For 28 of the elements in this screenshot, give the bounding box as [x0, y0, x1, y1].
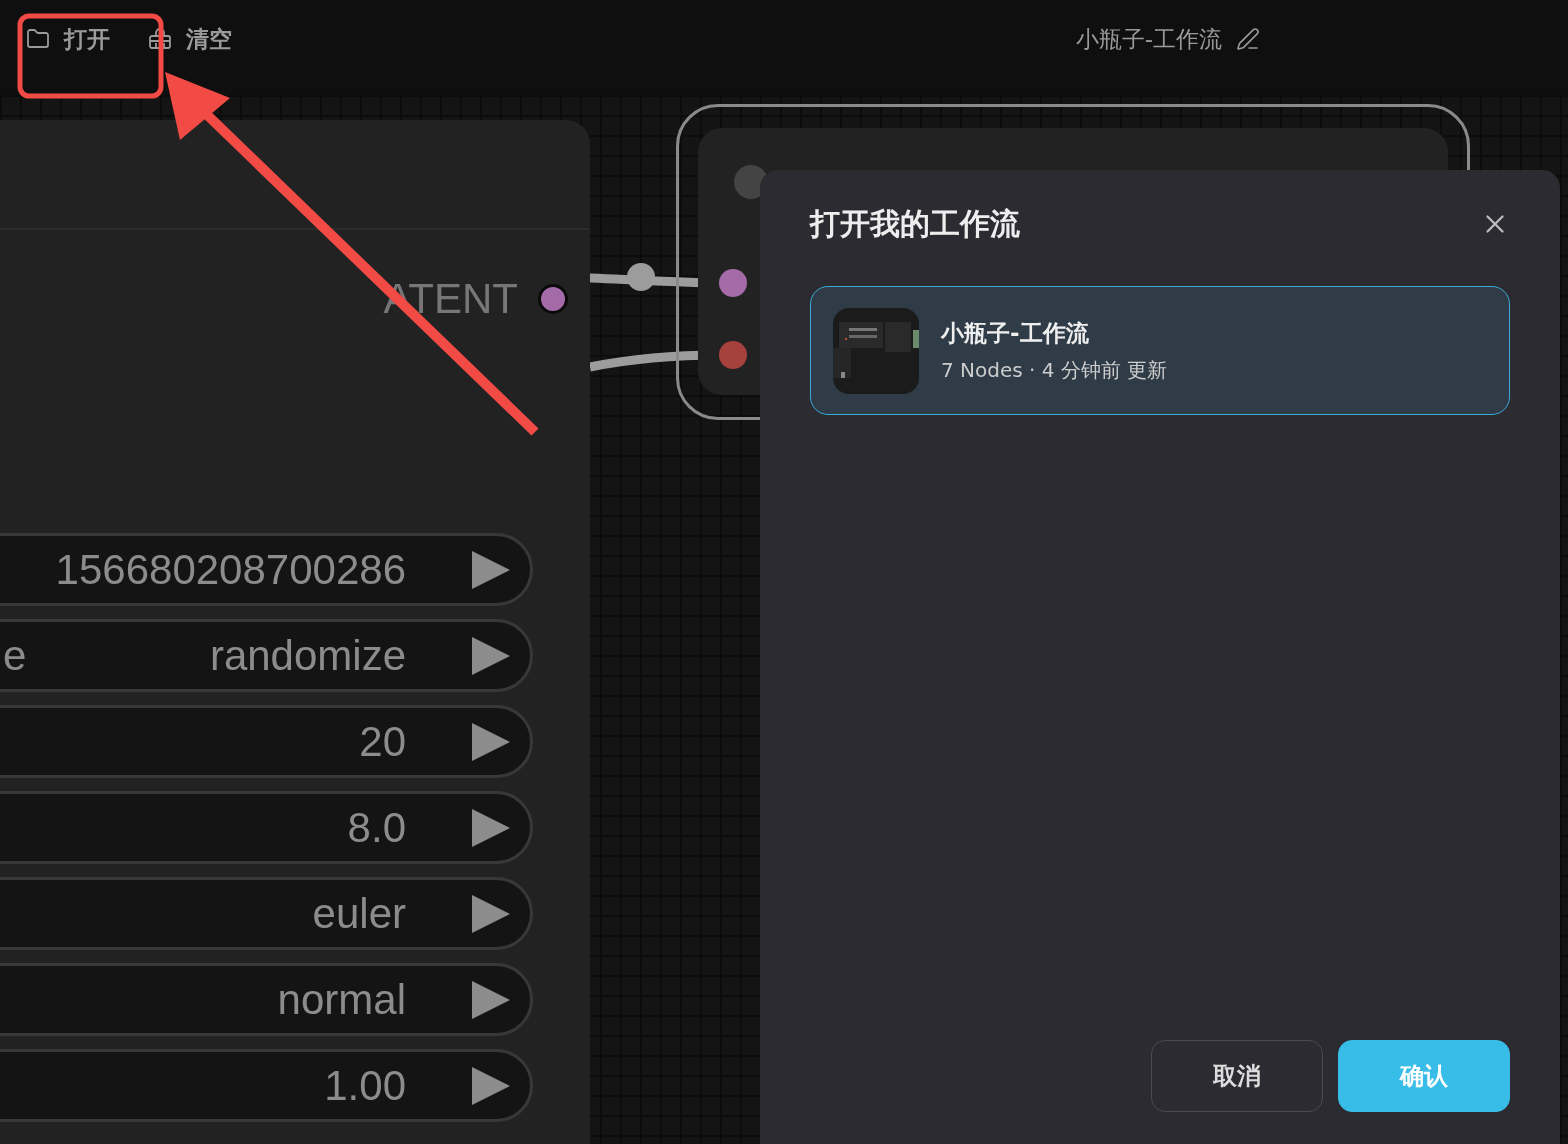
widget-field[interactable]: 156680208700286 [0, 533, 533, 606]
arrow-icon[interactable] [472, 894, 510, 933]
arrow-icon[interactable] [472, 636, 510, 675]
arrow-icon[interactable] [472, 722, 510, 761]
workflow-card[interactable]: 小瓶子-工作流 7 Nodes · 4 分钟前 更新 [810, 286, 1510, 415]
widget-field[interactable]: 20 [0, 705, 533, 778]
arrow-icon[interactable] [472, 980, 510, 1019]
workflow-meta: 7 Nodes · 4 分钟前 更新 [941, 356, 1168, 384]
widget-field[interactable]: e randomize [0, 619, 533, 692]
clear-button[interactable]: 清空 [148, 20, 232, 58]
basket-icon [148, 28, 172, 50]
widget-field[interactable]: 1.00 [0, 1049, 533, 1122]
cancel-button[interactable]: 取消 [1151, 1040, 1323, 1112]
edit-icon[interactable] [1236, 27, 1260, 51]
output-port[interactable] [538, 284, 568, 314]
folder-icon [26, 27, 50, 51]
arrow-icon[interactable] [472, 1066, 510, 1105]
arrow-icon[interactable] [472, 808, 510, 847]
input-port[interactable] [719, 341, 747, 369]
widget-field[interactable]: 8.0 [0, 791, 533, 864]
open-button[interactable]: 打开 [26, 20, 110, 58]
widget-field[interactable]: euler [0, 877, 533, 950]
arrow-icon[interactable] [472, 550, 510, 589]
workflow-name: 小瓶子-工作流 [941, 318, 1090, 348]
input-port[interactable] [719, 269, 747, 297]
dialog-title: 打开我的工作流 [810, 204, 1020, 243]
workflow-title: 小瓶子-工作流 [1075, 24, 1222, 54]
widget-field[interactable]: normal [0, 963, 533, 1036]
